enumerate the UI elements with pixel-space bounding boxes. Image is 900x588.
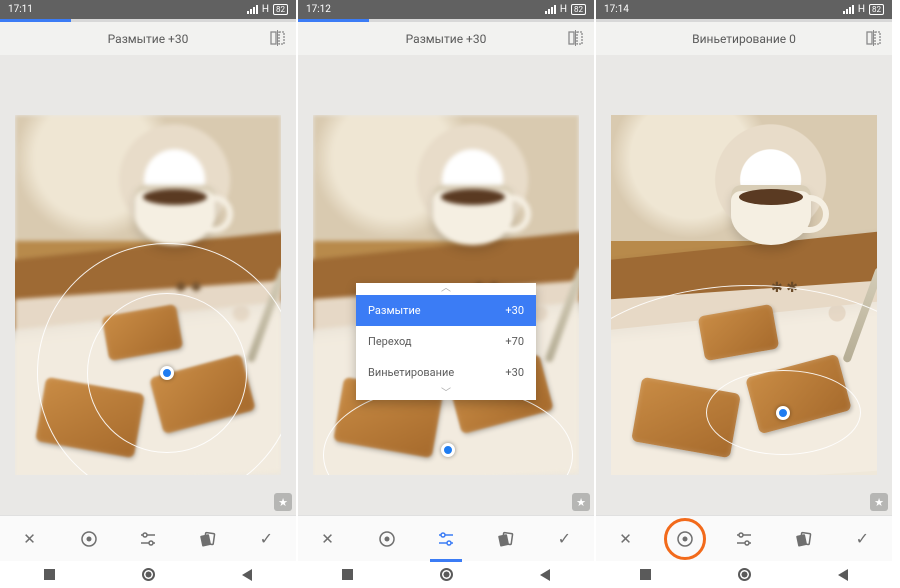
nav-back-icon[interactable] — [242, 569, 252, 581]
nav-recent-icon[interactable] — [640, 569, 651, 580]
close-icon: ✕ — [321, 530, 334, 548]
status-time: 17:14 — [604, 4, 629, 15]
focus-center-dot[interactable] — [441, 443, 455, 457]
image-stage[interactable]: ✱ ✱ ★ — [0, 55, 296, 515]
bottom-toolbar: ✕ ✓ — [298, 515, 594, 561]
compare-icon[interactable] — [568, 30, 584, 46]
slider-row-vignette[interactable]: Виньетирование +30 — [356, 357, 536, 388]
shape-button[interactable] — [75, 525, 103, 553]
close-icon: ✕ — [23, 530, 36, 548]
toolbar: Виньетирование 0 — [596, 22, 892, 55]
battery-icon: 82 — [571, 4, 586, 15]
styles-button[interactable] — [789, 525, 817, 553]
shape-button[interactable] — [373, 525, 401, 553]
adjust-button[interactable] — [134, 525, 162, 553]
bottom-toolbar: ✕ ✓ — [0, 515, 296, 561]
status-icons: H 82 — [545, 4, 586, 15]
tool-label: Размытие +30 — [108, 32, 189, 46]
favorite-badge-icon[interactable]: ★ — [572, 493, 590, 511]
status-bar: 17:11 H 82 — [0, 0, 296, 19]
target-icon — [80, 530, 98, 548]
android-nav — [298, 561, 594, 588]
cards-icon — [794, 530, 812, 548]
favorite-badge-icon[interactable]: ★ — [870, 493, 888, 511]
compare-icon[interactable] — [270, 30, 286, 46]
slider-label: Виньетирование — [368, 366, 454, 379]
sliders-icon — [139, 530, 157, 548]
network-label: H — [858, 4, 865, 15]
cards-icon — [198, 530, 216, 548]
cards-icon — [496, 530, 514, 548]
shape-button[interactable] — [671, 525, 699, 553]
bottom-toolbar: ✕ ✓ — [596, 515, 892, 561]
tool-label: Виньетирование 0 — [692, 32, 796, 46]
status-bar: 17:14 H 82 — [596, 0, 892, 19]
android-nav — [0, 561, 296, 588]
signal-icon — [545, 5, 556, 14]
target-icon — [676, 530, 694, 548]
nav-recent-icon[interactable] — [44, 569, 55, 580]
tool-label: Размытие +30 — [406, 32, 487, 46]
sliders-icon — [437, 530, 455, 548]
toolbar: Размытие +30 — [0, 22, 296, 55]
network-label: H — [560, 4, 567, 15]
slider-value: +70 — [505, 335, 524, 348]
signal-icon — [247, 5, 258, 14]
nav-home-icon[interactable] — [440, 568, 453, 581]
slider-value: +30 — [505, 304, 524, 317]
check-icon: ✓ — [260, 529, 273, 548]
cancel-button[interactable]: ✕ — [612, 525, 640, 553]
cancel-button[interactable]: ✕ — [314, 525, 342, 553]
sliders-icon — [735, 530, 753, 548]
chevron-up-icon[interactable]: ︿ — [356, 283, 536, 295]
image-stage[interactable]: ✱ ✱ ︿ Размытие +30 Переход +70 Виньетиро… — [298, 55, 594, 515]
styles-button[interactable] — [491, 525, 519, 553]
screen-3: 17:14 H 82 Виньетирование 0 ✱ ✱ ★ ✕ — [596, 0, 894, 588]
screen-2: 17:12 H 82 Размытие +30 ✱ ✱ ︿ Размытие +… — [298, 0, 596, 588]
status-time: 17:11 — [8, 4, 33, 15]
adjust-button[interactable] — [432, 525, 460, 553]
status-bar: 17:12 H 82 — [298, 0, 594, 19]
focus-center-dot[interactable] — [776, 406, 790, 420]
slider-panel[interactable]: ︿ Размытие +30 Переход +70 Виньетировани… — [356, 283, 536, 400]
network-label: H — [262, 4, 269, 15]
chevron-down-icon[interactable]: ﹀ — [356, 388, 536, 400]
image-stage[interactable]: ✱ ✱ ★ — [596, 55, 892, 515]
check-icon: ✓ — [856, 529, 869, 548]
slider-row-blur[interactable]: Размытие +30 — [356, 295, 536, 326]
photo[interactable]: ✱ ✱ — [15, 115, 281, 475]
battery-icon: 82 — [273, 4, 288, 15]
compare-icon[interactable] — [866, 30, 882, 46]
favorite-badge-icon[interactable]: ★ — [274, 493, 292, 511]
battery-icon: 82 — [869, 4, 884, 15]
slider-value: +30 — [505, 366, 524, 379]
signal-icon — [843, 5, 854, 14]
nav-recent-icon[interactable] — [342, 569, 353, 580]
slider-row-transition[interactable]: Переход +70 — [356, 326, 536, 357]
photo[interactable]: ✱ ✱ — [611, 115, 877, 475]
focus-center-dot[interactable] — [160, 366, 174, 380]
status-time: 17:12 — [306, 4, 331, 15]
apply-button[interactable]: ✓ — [848, 525, 876, 553]
cancel-button[interactable]: ✕ — [16, 525, 44, 553]
slider-label: Переход — [368, 335, 412, 348]
apply-button[interactable]: ✓ — [252, 525, 280, 553]
nav-home-icon[interactable] — [142, 568, 155, 581]
android-nav — [596, 561, 892, 588]
close-icon: ✕ — [619, 530, 632, 548]
toolbar: Размытие +30 — [298, 22, 594, 55]
adjust-button[interactable] — [730, 525, 758, 553]
status-icons: H 82 — [247, 4, 288, 15]
slider-label: Размытие — [368, 304, 421, 317]
screen-1: 17:11 H 82 Размытие +30 ✱ ✱ ★ ✕ ✓ — [0, 0, 298, 588]
status-icons: H 82 — [843, 4, 884, 15]
nav-back-icon[interactable] — [540, 569, 550, 581]
nav-home-icon[interactable] — [738, 568, 751, 581]
target-icon — [378, 530, 396, 548]
check-icon: ✓ — [558, 529, 571, 548]
apply-button[interactable]: ✓ — [550, 525, 578, 553]
nav-back-icon[interactable] — [838, 569, 848, 581]
styles-button[interactable] — [193, 525, 221, 553]
